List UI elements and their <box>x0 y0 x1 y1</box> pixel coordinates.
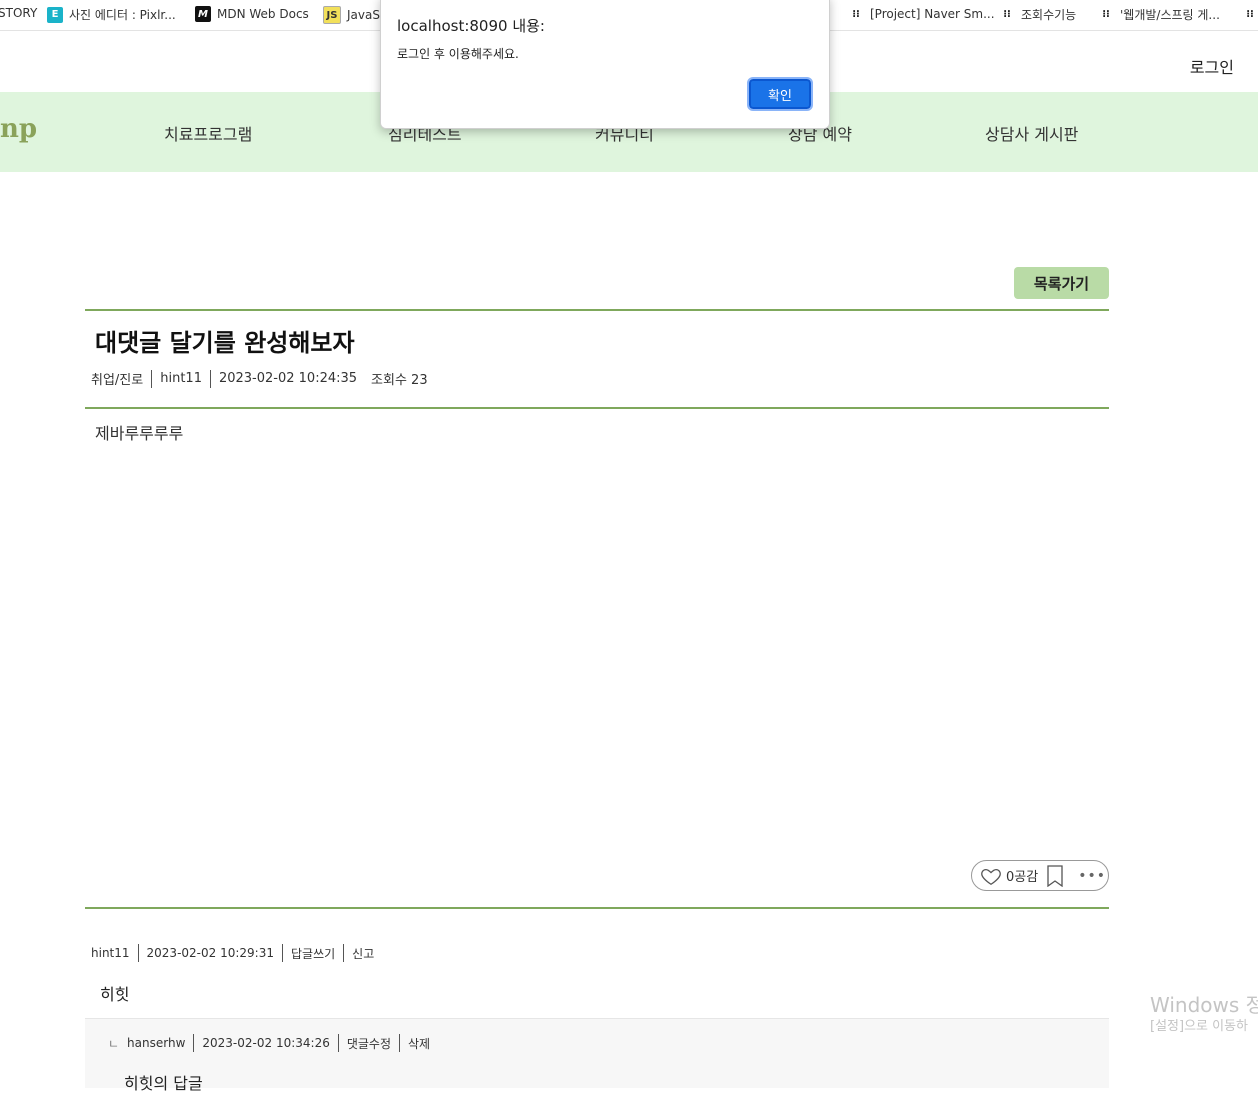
comment-date: 2023-02-02 10:29:31 <box>146 946 274 960</box>
bookmark-icon[interactable] <box>1046 864 1064 887</box>
comment-author: hint11 <box>91 946 130 960</box>
alert-dialog: localhost:8090 내용: 로그인 후 이용해주세요. 확인 <box>380 0 830 129</box>
nav-item-counselor-board[interactable]: 상담사 게시판 <box>985 121 1078 145</box>
separator <box>193 1034 195 1052</box>
reply-meta: ㄴ hanserhw 2023-02-02 10:34:26 댓글수정 삭제 <box>108 1034 430 1052</box>
pixlr-icon: E <box>47 6 63 23</box>
edit-comment-button[interactable]: 댓글수정 <box>347 1035 391 1052</box>
reply-author: hanserhw <box>127 1036 186 1050</box>
bookmark-item[interactable]: ⁝⁝ <box>1242 6 1258 22</box>
post-body: 제바루루루루 <box>95 424 184 443</box>
separator <box>343 944 345 962</box>
javascript-icon: JS <box>323 6 341 24</box>
tistory-icon: ⁝⁝ <box>1246 8 1254 20</box>
tistory-icon: ⁝⁝ <box>1003 9 1011 20</box>
bookmark-item[interactable]: ⁝⁝ '웹개발/스프링 게... <box>1098 6 1220 23</box>
post-category: 취업/진로 <box>91 373 144 388</box>
dialog-message: 로그인 후 이용해주세요. <box>397 47 519 61</box>
nav-item-treatment-program[interactable]: 치료프로그램 <box>164 121 252 145</box>
reply-button[interactable]: 답글쓰기 <box>291 945 335 962</box>
tistory-icon: ⁝⁝ <box>1102 9 1110 20</box>
bookmark-label: STORY <box>0 6 38 20</box>
site-logo[interactable]: np <box>0 114 37 144</box>
dialog-ok-button[interactable]: 확인 <box>747 77 813 111</box>
bookmark-label: MDN Web Docs <box>217 7 309 21</box>
bookmark-label: 조회수기능 <box>1021 8 1077 22</box>
bookmark-item[interactable]: E 사진 에디터 : Pixlr... <box>47 6 176 23</box>
divider <box>85 407 1109 409</box>
post-views: 조회수 23 <box>371 373 428 388</box>
divider <box>85 907 1109 909</box>
heart-icon[interactable] <box>980 865 1002 887</box>
separator <box>137 944 139 962</box>
login-link[interactable]: 로그인 <box>1190 54 1234 78</box>
report-button[interactable]: 신고 <box>352 945 374 962</box>
separator <box>399 1034 401 1052</box>
more-options-icon[interactable]: ••• <box>1078 868 1106 884</box>
windows-watermark-title: Windows 정 <box>1150 993 1258 1017</box>
bookmark-label: 사진 에디터 : Pixlr... <box>69 8 176 22</box>
bookmark-item[interactable]: ⁝⁝ 조회수기능 <box>999 6 1076 23</box>
bookmark-item[interactable]: STORY <box>0 6 37 20</box>
mdn-icon: M <box>195 6 211 22</box>
comment-meta: hint11 2023-02-02 10:29:31 답글쓰기 신고 <box>91 944 374 962</box>
bookmark-item[interactable]: M MDN Web Docs <box>195 6 309 22</box>
reply-date: 2023-02-02 10:34:26 <box>202 1036 330 1050</box>
post-meta: 취업/진로 hint11 2023-02-02 10:24:35 조회수 23 <box>91 369 428 388</box>
tistory-icon: ⁝⁝ <box>852 8 860 20</box>
bookmark-label: '웹개발/스프링 게... <box>1120 8 1220 22</box>
post-date: 2023-02-02 10:24:35 <box>218 371 358 386</box>
divider <box>85 309 1109 311</box>
back-to-list-button[interactable]: 목록가기 <box>1014 267 1109 299</box>
bookmark-item[interactable]: JS JavaSc <box>323 6 387 24</box>
windows-watermark-subtitle: [설정]으로 이동하 <box>1150 1019 1248 1034</box>
separator <box>337 1034 339 1052</box>
like-count: 0공감 <box>1006 870 1039 885</box>
reply-indent-marker: ㄴ <box>108 1036 120 1051</box>
reaction-box: 0공감 ••• <box>971 860 1109 891</box>
separator <box>209 369 211 388</box>
bookmark-item[interactable]: ⁝⁝ [Project] Naver Sm... <box>848 6 995 22</box>
post-title: 대댓글 달기를 완성해보자 <box>95 329 355 357</box>
separator <box>281 944 283 962</box>
dialog-title: localhost:8090 내용: <box>397 17 545 35</box>
reply-container <box>85 1018 1109 1088</box>
post-author: hint11 <box>160 371 202 386</box>
reply-text: 히힛의 답글 <box>124 1074 203 1093</box>
bookmark-label: [Project] Naver Sm... <box>870 7 995 21</box>
delete-button[interactable]: 삭제 <box>408 1035 430 1052</box>
comment-text: 히힛 <box>100 985 130 1004</box>
separator <box>151 369 153 388</box>
